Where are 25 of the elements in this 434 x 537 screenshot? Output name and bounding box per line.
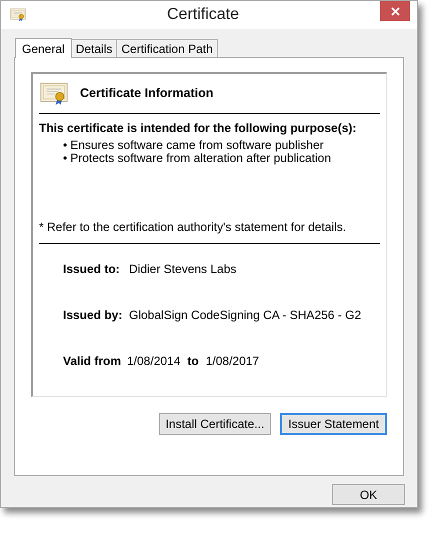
- certificate-icon: [10, 8, 26, 22]
- certificate-icon: [40, 80, 68, 106]
- dialog-button[interactable]: Issuer Statement: [280, 413, 387, 435]
- field-label: to: [187, 353, 199, 370]
- tab[interactable]: Certification Path: [116, 39, 218, 57]
- bullet: •: [63, 152, 68, 165]
- close-button[interactable]: [380, 1, 410, 21]
- ok-button[interactable]: OK: [332, 484, 405, 505]
- note-text: * Refer to the certification authority's statement for details.: [39, 218, 380, 244]
- field-value: 1/08/2017: [206, 353, 260, 370]
- window-title: Certificate: [166, 5, 240, 25]
- tab[interactable]: General: [15, 38, 72, 58]
- purpose-text: Protects software from alteration after publication: [70, 152, 331, 165]
- field-label: Valid from: [63, 353, 122, 370]
- close-icon: [390, 6, 400, 16]
- dialog-button[interactable]: Install Certificate...: [158, 413, 272, 435]
- field-value: GlobalSign CodeSigning CA - SHA256 - G2: [129, 307, 362, 324]
- field-value: 1/08/2014: [127, 353, 180, 370]
- field-value: Didier Stevens Labs: [129, 261, 236, 278]
- section-heading: Certificate Information: [80, 85, 214, 102]
- purpose-heading: This certificate is intended for the following purpose(s):: [39, 120, 358, 137]
- purpose-text: Ensures software came from software publisher: [70, 139, 324, 152]
- field-label: Issued to:: [63, 261, 121, 278]
- bullet: •: [63, 139, 68, 152]
- field-label: Issued by:: [63, 307, 124, 324]
